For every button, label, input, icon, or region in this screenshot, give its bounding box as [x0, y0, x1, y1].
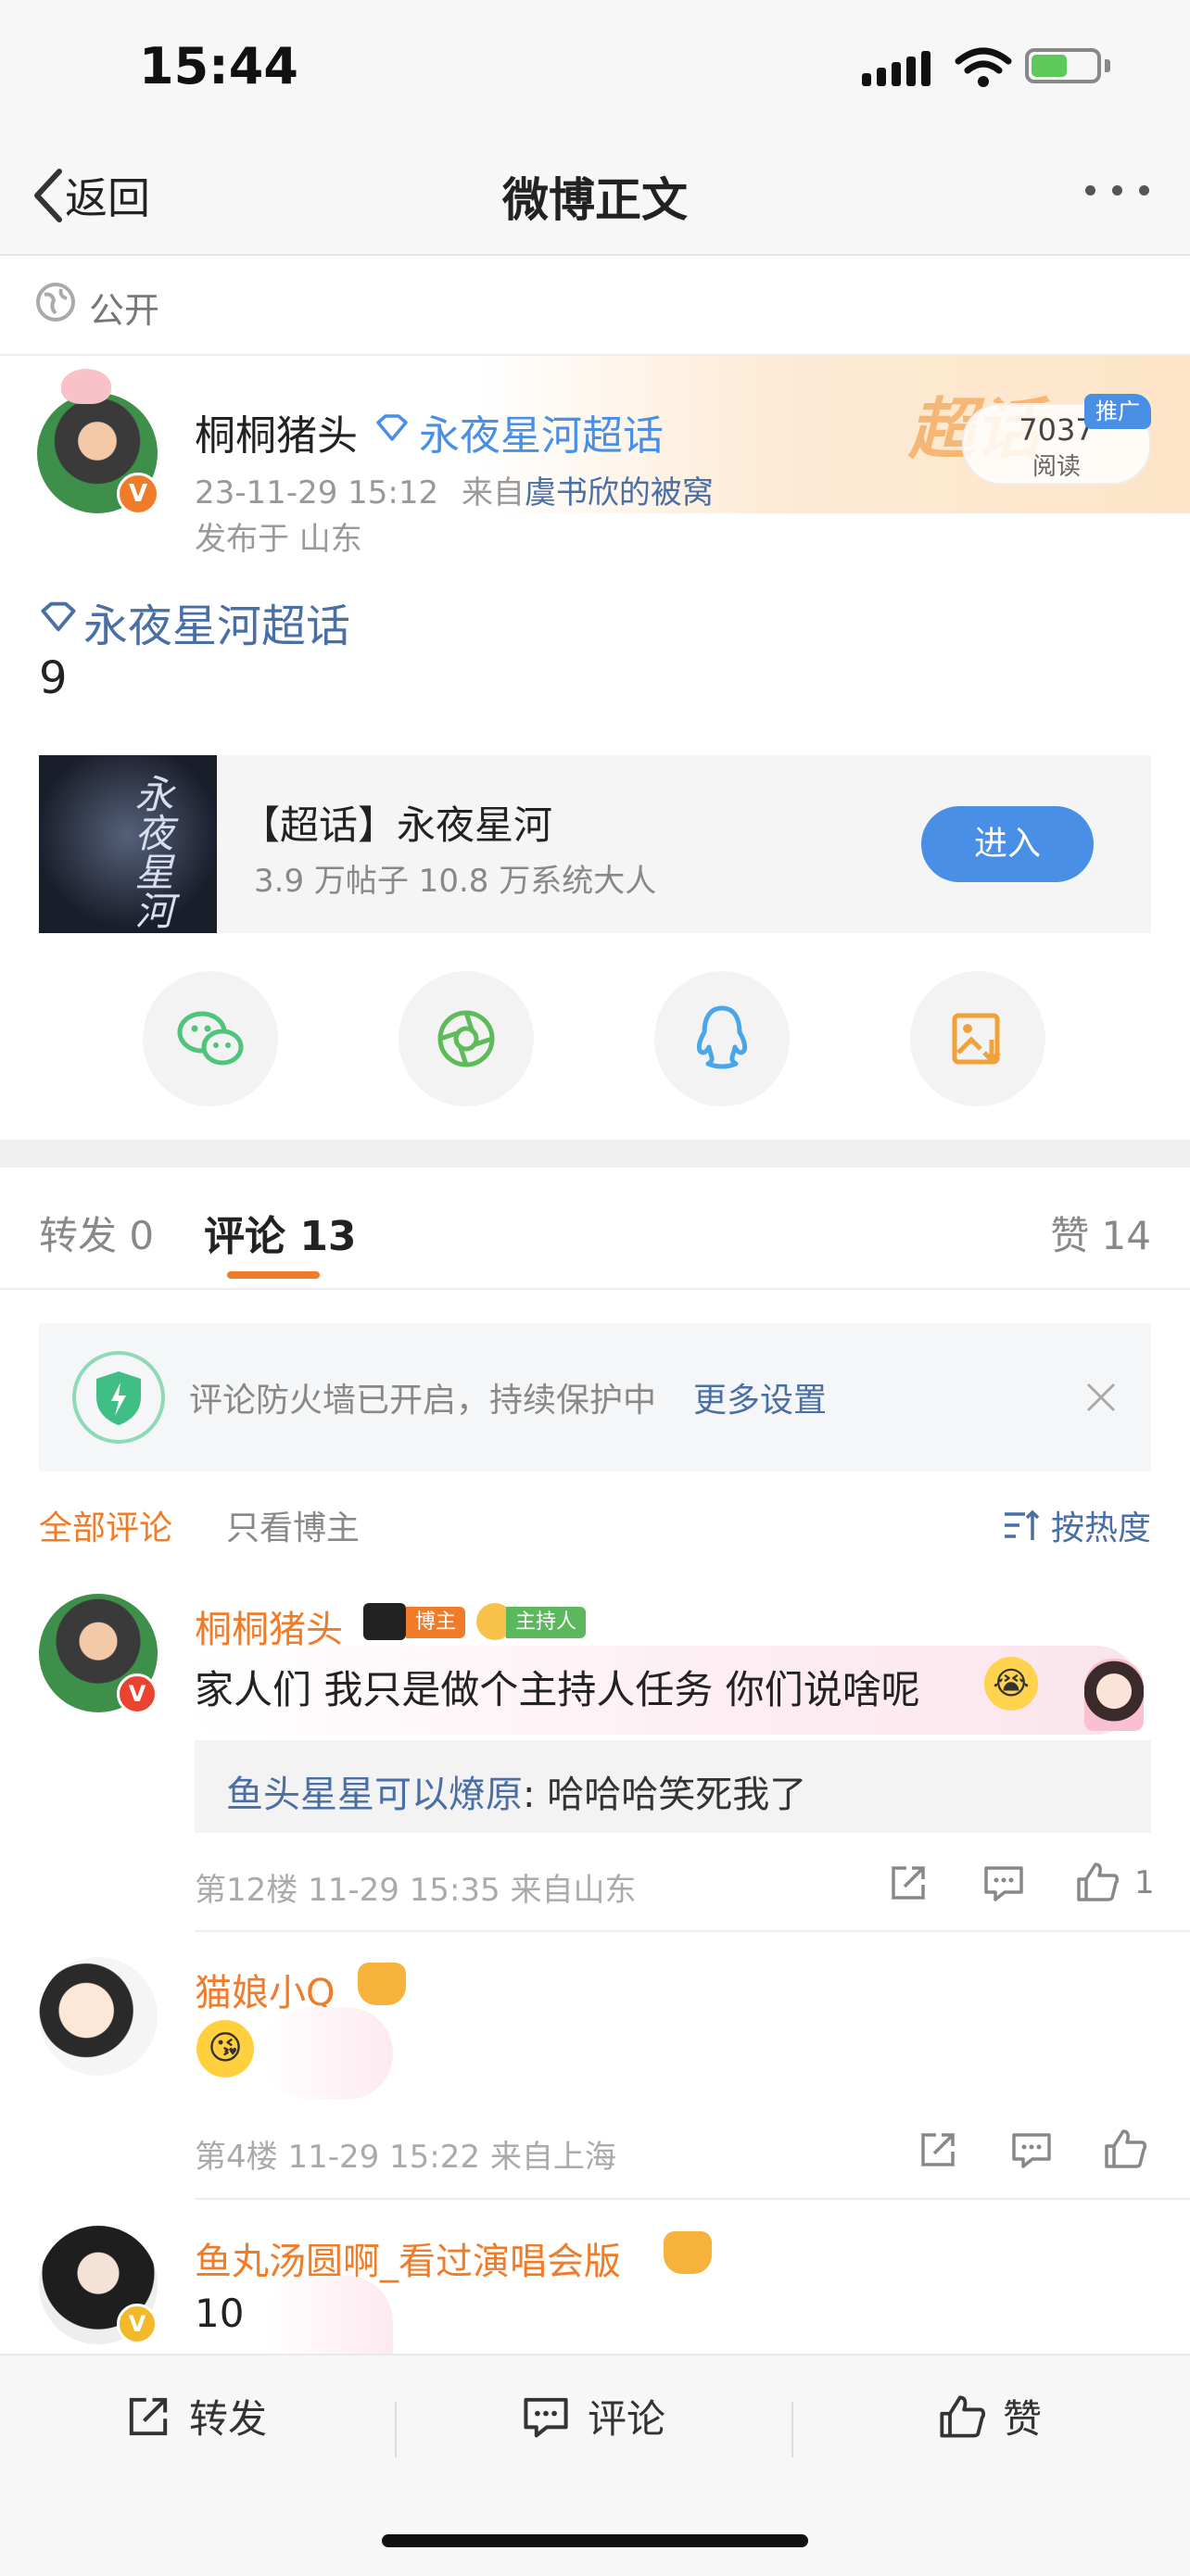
page-title: 微博正文 [502, 173, 688, 227]
globe-icon [36, 283, 75, 322]
sticker-girl-decoration [1084, 1659, 1144, 1731]
comment-avatar[interactable] [39, 1957, 158, 2076]
diamond-icon [376, 414, 408, 441]
battery-icon [1025, 48, 1101, 83]
author-badge: 博主 [406, 1607, 466, 1638]
sticker-girl-decoration [263, 2007, 393, 2100]
visibility-row: 公开 [0, 256, 1190, 356]
host-badge: 主持人 [506, 1607, 587, 1638]
post-datetime: 23-11-29 15:12 [195, 474, 439, 511]
post-topic-link[interactable]: 永夜星河超话 [419, 402, 664, 461]
sticker-girl-decoration [263, 2276, 393, 2354]
filter-author-only[interactable]: 只看博主 [226, 1501, 360, 1549]
supertopic-title: 【超话】永夜星河 [241, 802, 553, 848]
comment-text: 10 [195, 2291, 245, 2336]
status-time: 15:44 [139, 37, 298, 95]
crown-badge-icon [664, 2231, 712, 2274]
post-body-text: 9 [39, 652, 68, 704]
save-image-icon [952, 1013, 1001, 1065]
verified-badge-icon: V [117, 2304, 158, 2344]
reply-comment-icon[interactable] [982, 1863, 1025, 1903]
like-comment-icon[interactable] [1075, 1861, 1120, 1903]
like-label: 赞 [1003, 2396, 1043, 2442]
reply-text: : 哈哈哈笑死我了 [523, 1774, 807, 1816]
share-comment-icon[interactable] [888, 1863, 929, 1903]
tab-repost[interactable]: 转发 0 [39, 1205, 154, 1261]
sort-label: 按热度 [1050, 1509, 1151, 1547]
repost-icon [129, 2397, 168, 2435]
cellular-signal-icon [862, 51, 930, 86]
crown-icon [363, 1603, 406, 1640]
reply-user-link[interactable]: 鱼头星星可以燎原 [226, 1774, 523, 1816]
share-moments-button[interactable] [399, 971, 534, 1106]
navigation-bar: 返回 微博正文 [0, 139, 1190, 256]
filter-all-comments[interactable]: 全部评论 [39, 1501, 172, 1549]
wechat-icon [177, 1011, 244, 1066]
comment-label: 评论 [588, 2396, 666, 2442]
cover-title: 永夜星河 [129, 774, 174, 929]
close-icon[interactable] [1084, 1381, 1118, 1414]
comment-text: 家人们 我只是做个主持人任务 你们说啥呢 [195, 1667, 920, 1712]
diamond-icon [41, 601, 76, 632]
section-divider [0, 1140, 1190, 1168]
post-author-name[interactable]: 桐桐猪头 [195, 402, 358, 461]
enter-button[interactable]: 进入 [921, 806, 1094, 882]
verified-badge-icon: V [117, 1673, 158, 1714]
sort-by-hot-button[interactable]: 按热度 [1003, 1501, 1151, 1549]
like-button[interactable]: 赞 [938, 2388, 1042, 2444]
post-source-link[interactable]: 虞书欣的被窝 [525, 474, 714, 511]
moments-icon [437, 1010, 495, 1067]
share-wechat-button[interactable] [143, 971, 278, 1106]
comment-icon [524, 2397, 568, 2437]
status-bar: 15:44 [0, 0, 1190, 139]
comment-button[interactable]: 评论 [521, 2388, 665, 2444]
tab-comment[interactable]: 评论 13 [204, 1203, 357, 1262]
home-indicator [382, 2534, 808, 2547]
like-icon [940, 2395, 985, 2437]
tab-like[interactable]: 赞 14 [1050, 1205, 1151, 1261]
save-image-button[interactable] [910, 971, 1045, 1106]
kiss-emoji-icon: 😘 [196, 2020, 254, 2077]
tab-active-indicator [227, 1271, 320, 1279]
like-comment-icon[interactable] [1103, 2128, 1147, 2170]
comment-author-name[interactable]: 鱼丸汤圆啊_看过演唱会版 [195, 2231, 621, 2285]
repost-label: 转发 [189, 2396, 268, 2442]
firewall-text: 评论防火墙已开启，持续保护中 [189, 1382, 657, 1420]
comment-meta: 第12楼 11-29 15:35 来自山东 [195, 1872, 637, 1909]
sort-icon [1004, 1509, 1040, 1540]
crown-badge-icon [358, 1963, 406, 2005]
comment-meta: 第4楼 11-29 15:22 来自上海 [195, 2139, 616, 2176]
pig-decoration-icon [61, 369, 111, 404]
wifi-icon [955, 47, 1012, 87]
crying-emoji-icon: 😭 [984, 1657, 1038, 1711]
post-source-prefix: 来自 [461, 474, 525, 511]
more-options-icon[interactable] [1085, 185, 1149, 196]
body-topic-link[interactable]: 永夜星河超话 [83, 589, 350, 654]
more-settings-link[interactable]: 更多设置 [693, 1373, 827, 1421]
comment-firewall-notice: 评论防火墙已开启，持续保护中 更多设置 [39, 1323, 1151, 1471]
repost-button[interactable]: 转发 [124, 2388, 267, 2444]
visibility-label: 公开 [89, 290, 160, 331]
shield-icon [96, 1371, 141, 1425]
comment-like-count: 1 [1134, 1864, 1155, 1901]
verified-badge-icon: V [117, 473, 159, 515]
share-comment-icon[interactable] [918, 2129, 958, 2170]
promo-badge[interactable]: 推广 [1084, 394, 1151, 429]
supertopic-cover-image: 永夜星河 [39, 755, 217, 933]
read-label: 阅读 [1032, 453, 1081, 481]
share-qq-button[interactable] [654, 971, 790, 1106]
qq-icon [696, 1005, 748, 1069]
post-location: 发布于 山东 [195, 521, 362, 558]
comment-reply-box[interactable]: 鱼头星星可以燎原: 哈哈哈笑死我了 [195, 1740, 1151, 1833]
reply-comment-icon[interactable] [1010, 2129, 1053, 2170]
supertopic-stats: 3.9 万帖子 10.8 万系统大人 [254, 863, 657, 900]
